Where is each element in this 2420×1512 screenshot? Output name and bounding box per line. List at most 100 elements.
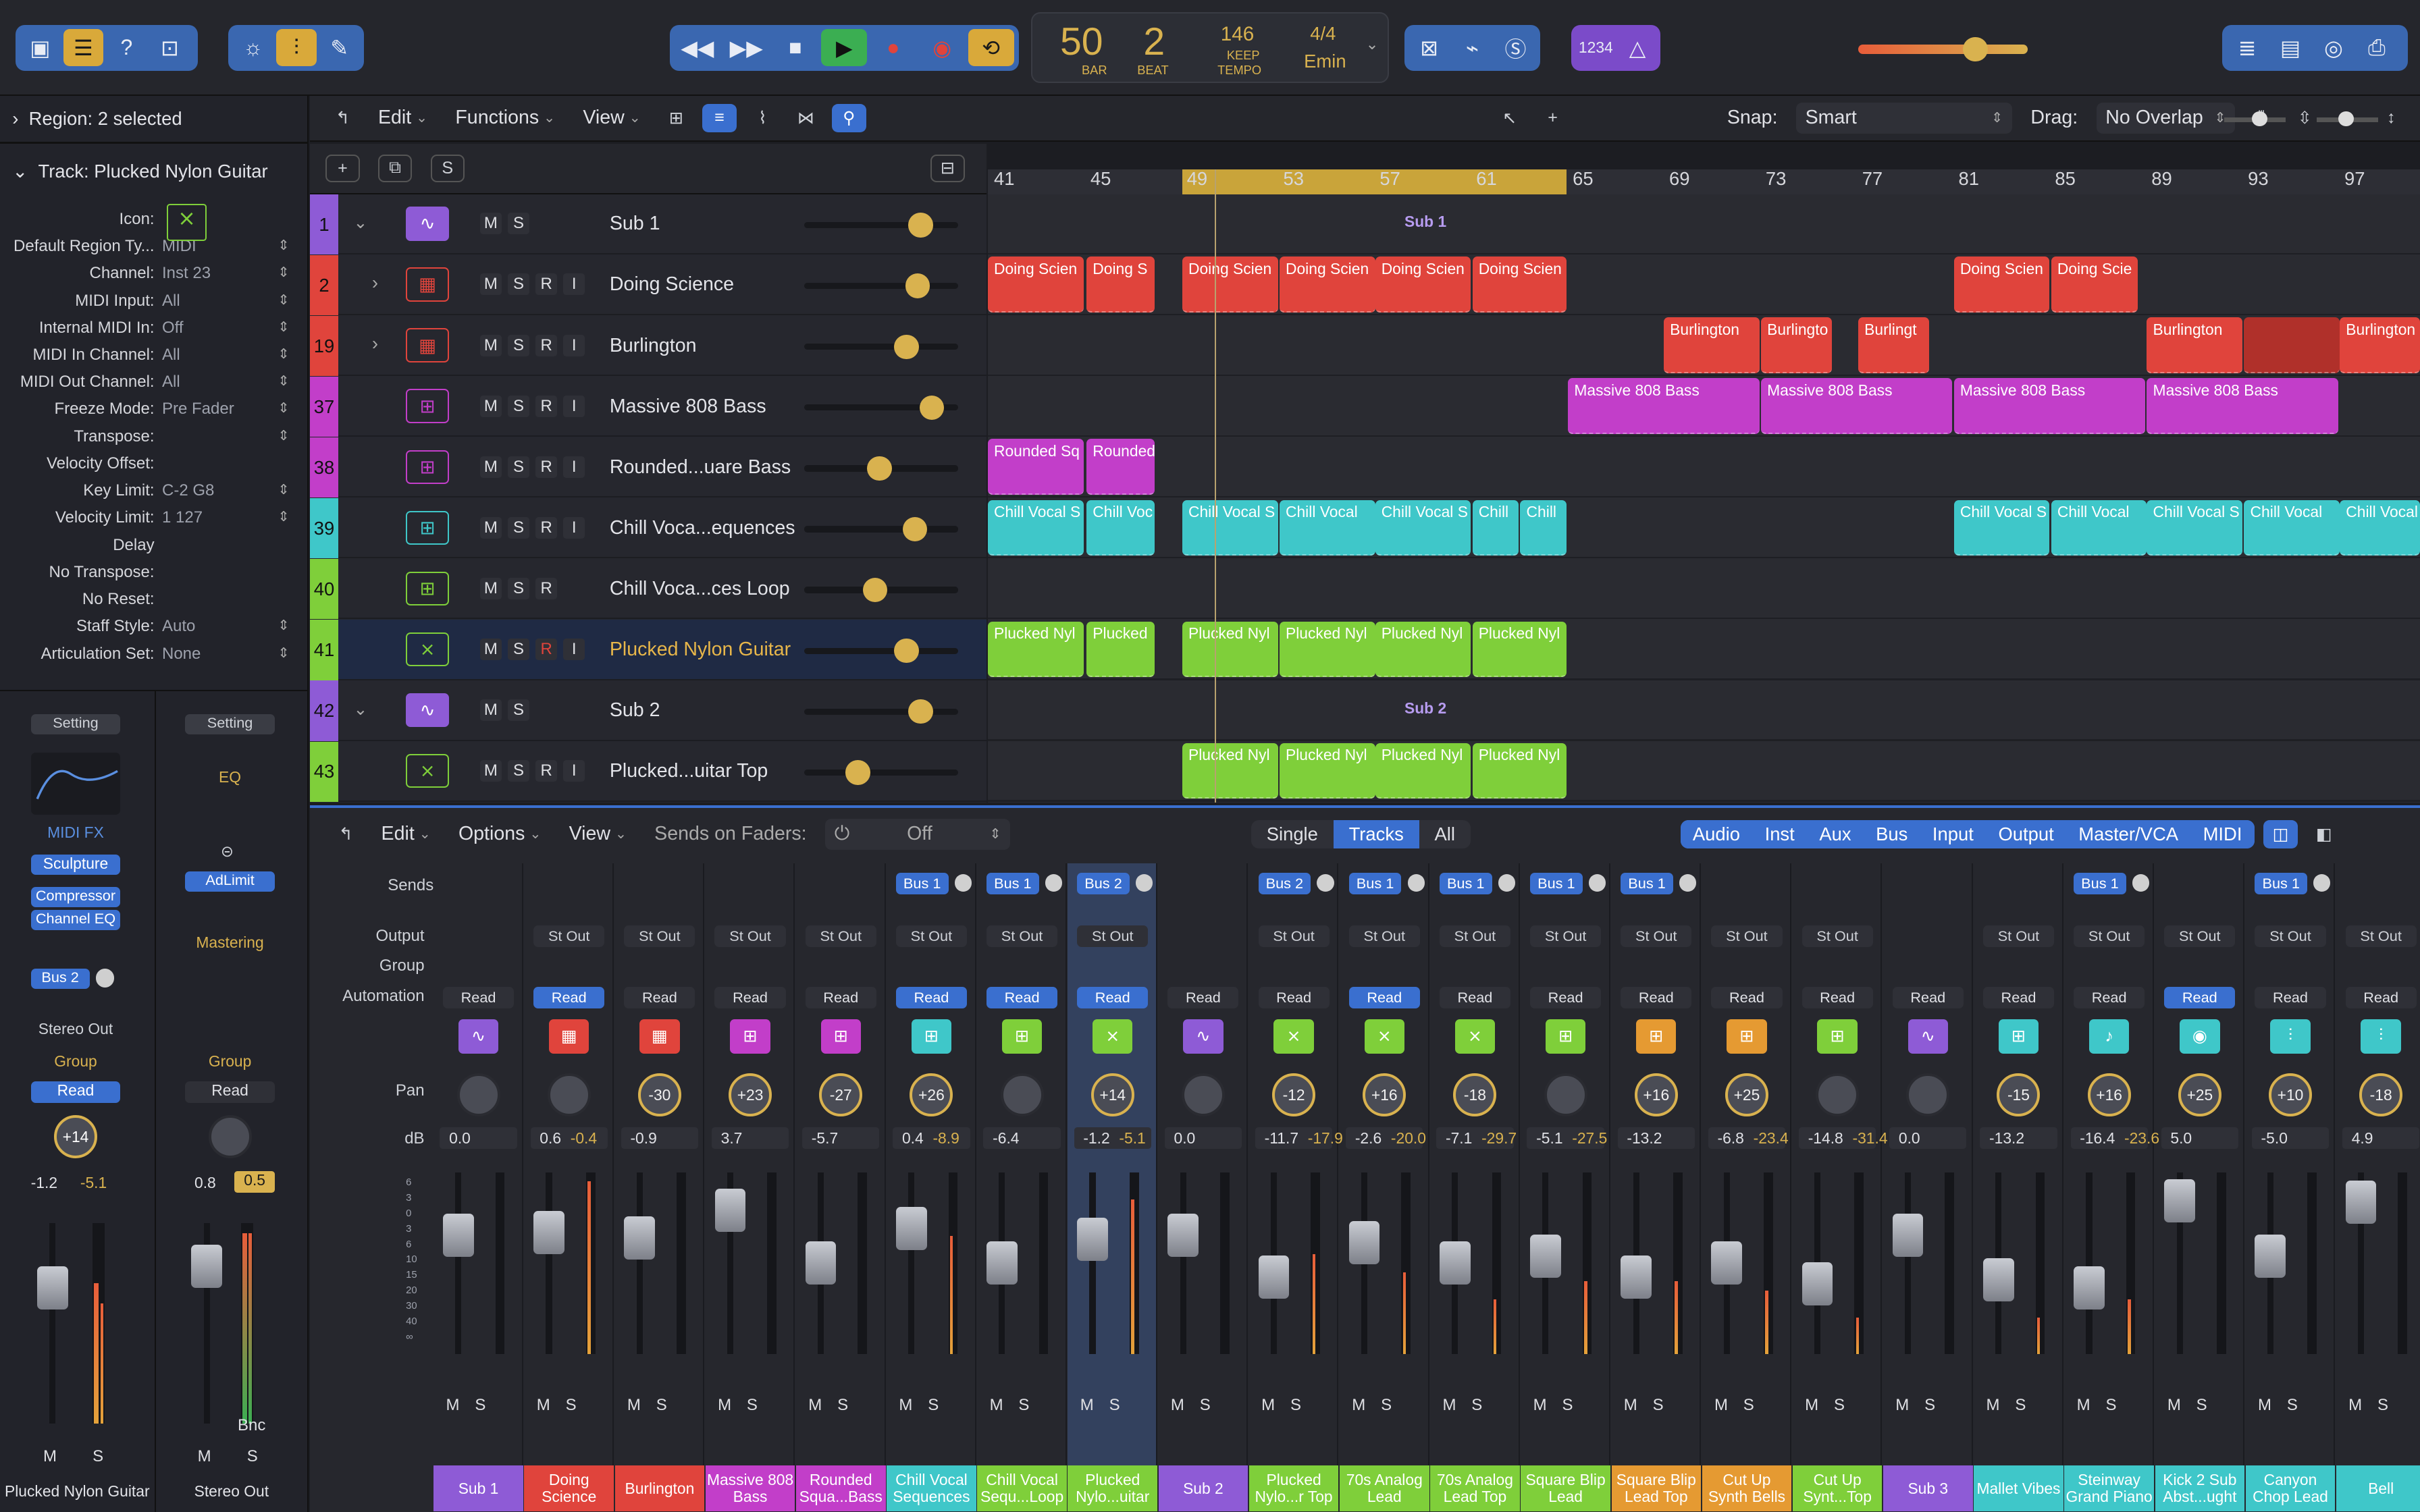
send-slot[interactable]: Bus 1 <box>2074 873 2126 895</box>
volume-value[interactable]: -13.2 <box>1980 1127 2057 1150</box>
keyboard-icon[interactable]: ⊞ <box>1817 1019 1858 1054</box>
solo-button[interactable]: S <box>1653 1396 1664 1415</box>
fast-forward-icon[interactable]: ▶▶ <box>723 29 769 66</box>
inspector-row[interactable]: MIDI In Channel: All ⇕ <box>0 346 309 372</box>
strip-name[interactable]: Rounded Squa...Bass <box>795 1465 886 1512</box>
automation-mode[interactable]: Read <box>185 1081 275 1103</box>
output-slot[interactable]: St Out <box>2164 925 2236 947</box>
keyboard-icon[interactable]: ⊞ <box>730 1019 770 1054</box>
track-volume-knob[interactable] <box>845 759 871 785</box>
automation-mode[interactable]: Read <box>1077 987 1149 1009</box>
filter-aux-button[interactable]: Aux <box>1807 820 1864 848</box>
guitar-icon[interactable]: ⨯ <box>1454 1019 1496 1054</box>
stop-icon[interactable]: ■ <box>772 29 818 66</box>
volume-value[interactable]: -11.7 -17.9 <box>1255 1127 1343 1150</box>
mute-button[interactable]: M <box>1442 1396 1456 1415</box>
track-volume-slider[interactable] <box>804 759 959 785</box>
pan-knob[interactable]: +16 <box>1634 1073 1678 1117</box>
inspector-row[interactable]: Default Region Ty... MIDI ⇕ <box>0 237 309 263</box>
drum-machine-icon[interactable]: ▦ <box>406 267 450 302</box>
keyboard-icon[interactable]: ⊞ <box>1636 1019 1677 1054</box>
vertical-zoom-slider[interactable] <box>2224 111 2286 127</box>
narrow-strip-icon[interactable]: ◧ <box>2307 820 2340 848</box>
wide-strip-icon[interactable]: ◫ <box>2263 820 2298 848</box>
output-slot[interactable]: Stereo Out <box>31 1020 121 1038</box>
track-s-button[interactable]: S <box>507 577 529 599</box>
keyboard-icon[interactable]: ⊞ <box>911 1019 952 1054</box>
track-name[interactable]: Chill Voca...equences <box>610 517 795 539</box>
pan-knob[interactable] <box>547 1073 591 1117</box>
output-slot[interactable]: St Out <box>895 925 967 947</box>
track-header[interactable]: 19 › ▦ M S R I Burlington <box>310 316 987 377</box>
mute-button[interactable]: M <box>1624 1396 1637 1415</box>
automation-mode[interactable]: Read <box>442 987 515 1009</box>
output-slot[interactable]: St Out <box>2345 925 2417 947</box>
volume-fader-cap[interactable] <box>36 1266 68 1310</box>
volume-value[interactable]: 0.6 -0.4 <box>530 1127 608 1150</box>
solo-button[interactable]: S <box>2377 1396 2388 1415</box>
volume-fader-track[interactable] <box>1077 1172 1108 1355</box>
audio-fx-slot-1[interactable]: Compressor <box>30 886 121 907</box>
region[interactable]: Plucked Nyl <box>987 621 1084 677</box>
pan-knob[interactable] <box>1906 1073 1950 1117</box>
inspector-row[interactable]: Internal MIDI In: Off ⇕ <box>0 319 309 345</box>
automation-mode[interactable]: Read <box>2345 987 2417 1009</box>
volume-fader-track[interactable] <box>987 1172 1018 1355</box>
mute-button[interactable]: M <box>627 1396 641 1415</box>
region[interactable]: Plucked Nyl <box>1472 621 1567 677</box>
lcd-dropdown-icon[interactable]: ⌄ <box>1366 35 1379 53</box>
drum-machine-icon[interactable]: ▦ <box>406 328 450 362</box>
automation-mode[interactable]: Read <box>1621 987 1692 1009</box>
volume-value[interactable]: -0.9 <box>621 1127 699 1150</box>
strip-name[interactable]: Steinway Grand Piano <box>2064 1465 2154 1512</box>
mute-button[interactable]: M <box>43 1447 57 1466</box>
track-i-button[interactable]: I <box>563 516 585 539</box>
output-slot[interactable]: St Out <box>1439 925 1510 947</box>
region[interactable]: Burlington <box>1663 317 1760 373</box>
track-s-button[interactable]: S <box>507 759 529 782</box>
region[interactable]: Plucked <box>1086 621 1155 677</box>
pan-knob[interactable]: -15 <box>1997 1073 2041 1117</box>
solo-button[interactable]: S <box>1743 1396 1754 1415</box>
volume-fader-track[interactable] <box>1801 1172 1833 1355</box>
region[interactable]: Doing Scien <box>1472 256 1567 313</box>
volume-fader-cap[interactable] <box>805 1241 837 1285</box>
track-volume-slider[interactable] <box>804 456 959 481</box>
volume-fader-cap[interactable] <box>1258 1255 1290 1299</box>
region[interactable]: Chill Vocal <box>2340 500 2420 556</box>
pan-knob[interactable]: +14 <box>54 1115 97 1159</box>
playhead[interactable] <box>1214 169 1217 803</box>
mute-button[interactable]: M <box>1986 1396 1999 1415</box>
track-r-button[interactable]: R <box>535 395 558 417</box>
output-slot[interactable]: St Out <box>1258 925 1330 947</box>
mastering-button[interactable]: Mastering <box>185 934 275 952</box>
track-name[interactable]: Plucked...uitar Top <box>610 760 768 782</box>
track-r-button[interactable]: R <box>535 577 558 599</box>
volume-value[interactable]: -2.6 -20.0 <box>1346 1127 1426 1150</box>
track-volume-slider[interactable] <box>804 334 959 360</box>
volume-value[interactable]: -1.2 <box>31 1174 71 1192</box>
strip-name[interactable]: Square Blip Lead <box>1521 1465 1610 1512</box>
volume-fader-cap[interactable] <box>2345 1180 2377 1224</box>
send-level-knob[interactable] <box>95 969 115 988</box>
region[interactable]: Plucked Nyl <box>1182 621 1278 677</box>
track-r-button[interactable]: R <box>535 456 558 478</box>
master-volume-knob[interactable] <box>1963 36 1988 62</box>
region[interactable]: Chill Vocal <box>2244 500 2340 556</box>
region[interactable]: Chill <box>1520 500 1567 556</box>
region[interactable]: Massive 808 Bass <box>2147 378 2338 434</box>
region[interactable]: Plucked Nyl <box>1375 621 1471 677</box>
automation-mode[interactable]: Read <box>987 987 1058 1009</box>
strip-name[interactable]: Sub 3 <box>1883 1465 1973 1512</box>
volume-value[interactable]: 0.0 <box>440 1127 517 1150</box>
track-m-button[interactable]: M <box>479 516 502 539</box>
volume-value[interactable]: 0.8 <box>194 1174 216 1192</box>
mixer-icon[interactable]: ⫶ <box>276 29 317 67</box>
track-name[interactable]: Chill Voca...ces Loop <box>610 578 790 600</box>
pan-knob[interactable]: -30 <box>637 1073 681 1117</box>
mute-button[interactable]: M <box>1352 1396 1365 1415</box>
region[interactable]: Massive 808 Bass <box>1760 378 1953 434</box>
keyboard-icon[interactable]: ⊞ <box>406 510 450 545</box>
drum-machine-icon[interactable]: ▦ <box>549 1019 589 1054</box>
automation-mode[interactable]: Read <box>895 987 967 1009</box>
